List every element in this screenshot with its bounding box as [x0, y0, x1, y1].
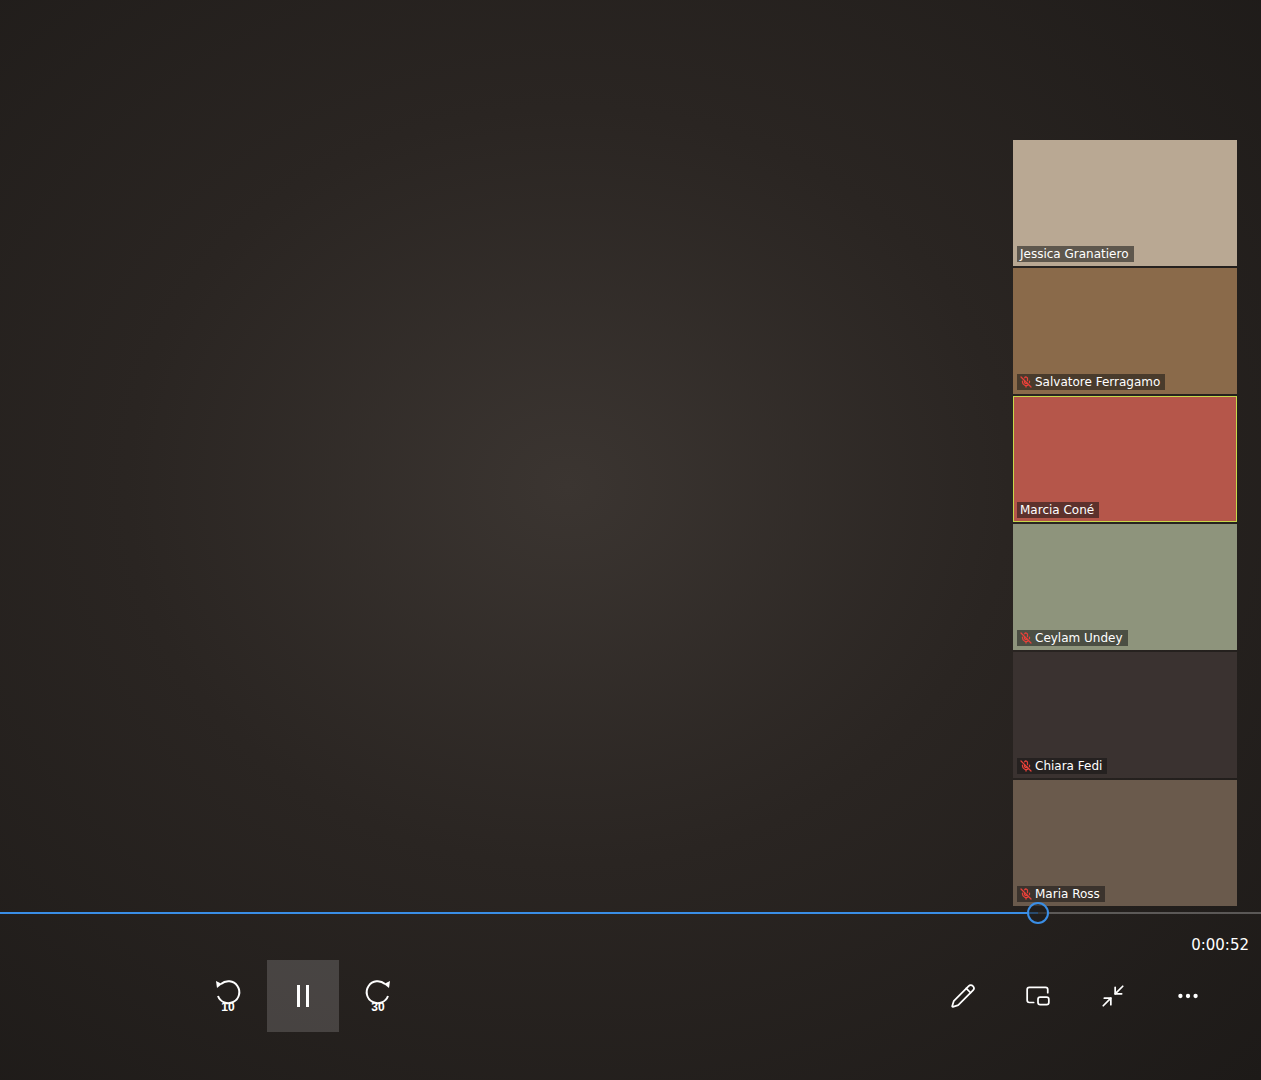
participant-tile[interactable]: Ceylam Undey [1013, 524, 1237, 650]
pause-icon [294, 983, 312, 1009]
participant-name: Ceylam Undey [1017, 630, 1128, 646]
more-button[interactable] [1152, 960, 1224, 1032]
participant-name: Maria Ross [1017, 886, 1105, 902]
play-pause-button[interactable] [267, 960, 339, 1032]
skip-forward-button[interactable]: 30 [342, 960, 414, 1032]
participant-tile[interactable]: Jessica Granatiero [1013, 140, 1237, 266]
picture-in-picture-button[interactable] [1002, 960, 1074, 1032]
muted-mic-icon [1020, 888, 1032, 900]
more-icon [1175, 983, 1201, 1009]
muted-mic-icon [1020, 760, 1032, 772]
participant-name: Jessica Granatiero [1017, 246, 1134, 262]
progress-thumb[interactable] [1027, 902, 1049, 924]
participant-name: Marcia Coné [1017, 502, 1099, 518]
progress-fill [0, 912, 1038, 914]
participant-tile[interactable]: Maria Ross [1013, 780, 1237, 906]
participant-name: Salvatore Ferragamo [1017, 374, 1165, 390]
skip-back-button[interactable]: 10 [192, 960, 264, 1032]
participant-tile[interactable]: Salvatore Ferragamo [1013, 268, 1237, 394]
collapse-icon [1100, 983, 1126, 1009]
time-label: 0:00:52 [1191, 935, 1249, 955]
picture-in-picture-icon [1025, 983, 1051, 1009]
muted-mic-icon [1020, 632, 1032, 644]
exit-fullscreen-button[interactable] [1077, 960, 1149, 1032]
participant-tile[interactable]: Chiara Fedi [1013, 652, 1237, 778]
participant-name: Chiara Fedi [1017, 758, 1107, 774]
progress-bar[interactable] [0, 912, 1261, 914]
pencil-icon [950, 983, 976, 1009]
participant-list: Jessica Granatiero Salvatore Ferragamo Mar… [1013, 140, 1237, 906]
participant-tile[interactable]: Marcia Coné [1013, 396, 1237, 522]
control-bar: 10 30 [0, 960, 1261, 1032]
muted-mic-icon [1020, 376, 1032, 388]
video-player: Jessica Granatiero Salvatore Ferragamo Mar… [0, 0, 1261, 1080]
annotate-button[interactable] [927, 960, 999, 1032]
